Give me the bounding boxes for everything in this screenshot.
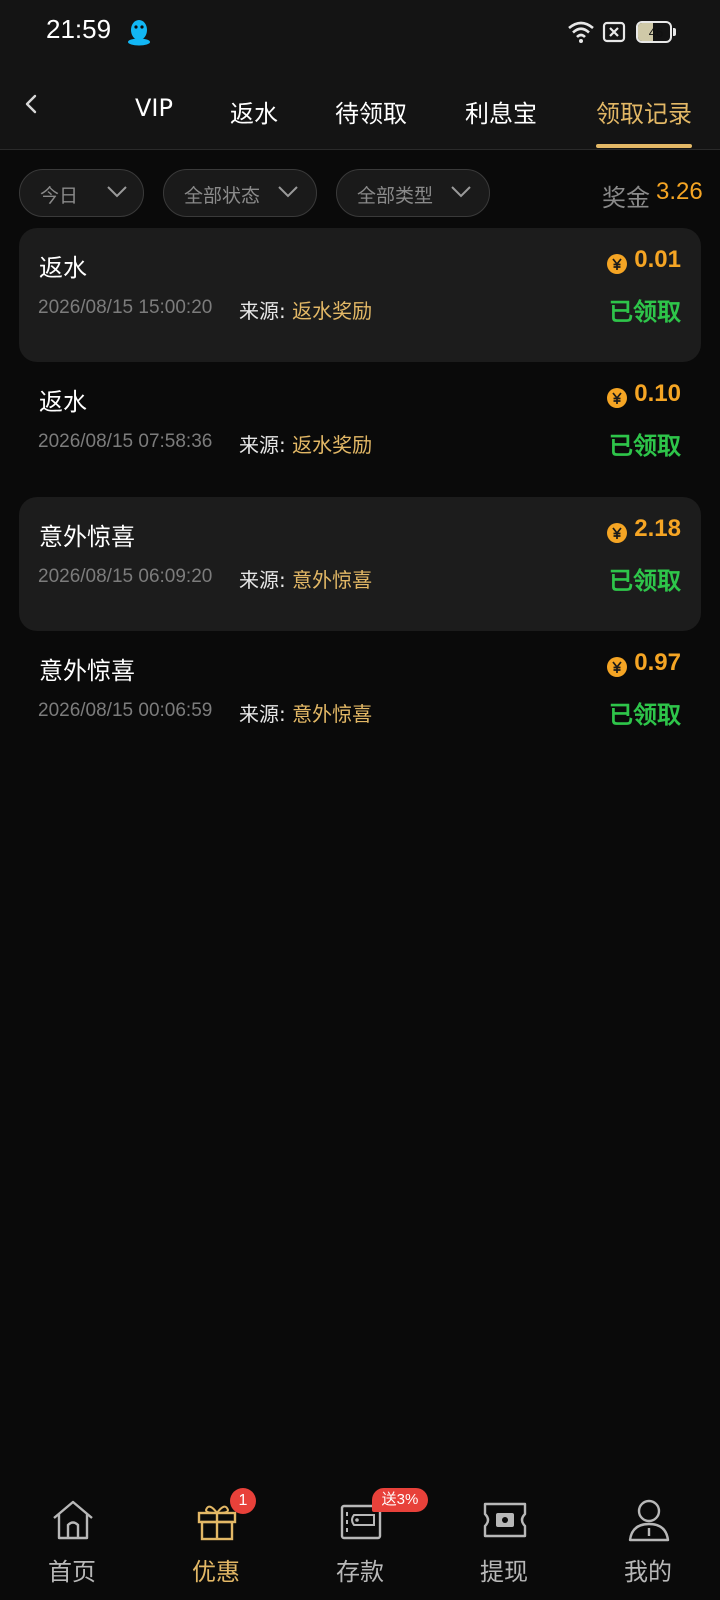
- record-title: 返水: [39, 388, 87, 416]
- record-source-value: 意外惊喜: [292, 568, 373, 592]
- nav-deposit[interactable]: 送3% 存款: [288, 1480, 432, 1600]
- record-item[interactable]: 返水 2026/08/15 07:58:36 来源: 返水奖励 0.10 已领取: [19, 362, 701, 496]
- coin-icon: [607, 254, 627, 274]
- record-time: 2026/08/15 07:58:36: [38, 431, 213, 452]
- record-title: 意外惊喜: [39, 657, 135, 685]
- nav-promotions-label: 优惠: [192, 1558, 240, 1586]
- record-source-value: 返水奖励: [292, 299, 373, 323]
- tab-vip[interactable]: VIP: [135, 94, 173, 122]
- nav-profile[interactable]: 我的: [576, 1480, 720, 1600]
- status-time: 21:59: [46, 14, 112, 44]
- chevron-down-icon: [451, 186, 471, 198]
- record-source-label: 来源:: [239, 433, 286, 457]
- no-sim-icon: [602, 21, 626, 43]
- wifi-icon: [568, 21, 594, 43]
- record-time: 2026/08/15 15:00:20: [38, 297, 213, 318]
- nav-home-label: 首页: [48, 1558, 96, 1586]
- tab-pending[interactable]: 待领取: [335, 94, 407, 129]
- record-item[interactable]: 意外惊喜 2026/08/15 00:06:59 来源: 意外惊喜 0.97 已…: [19, 631, 701, 765]
- user-icon: [628, 1499, 670, 1542]
- record-time: 2026/08/15 00:06:59: [38, 700, 213, 721]
- nav-promotions[interactable]: 1 优惠: [144, 1480, 288, 1600]
- status-bar: 21:59 46: [0, 0, 720, 68]
- chevron-down-icon: [278, 186, 298, 198]
- qq-icon: [128, 20, 150, 46]
- deposit-promo-badge: 送3%: [372, 1488, 428, 1512]
- status-filter-label: 全部状态: [184, 185, 261, 207]
- record-status: 已领取: [609, 432, 681, 460]
- type-filter-label: 全部类型: [357, 185, 434, 207]
- tab-rebate[interactable]: 返水: [230, 94, 278, 129]
- coin-icon: [607, 388, 627, 408]
- record-status: 已领取: [609, 701, 681, 729]
- battery-level: 46: [648, 25, 664, 40]
- coin-icon: [607, 523, 627, 543]
- tab-interest[interactable]: 利息宝: [465, 94, 537, 129]
- screen: 21:59 46 VIP 返水 待领取 利息宝 领取记录 今日 全部状态 全部类…: [0, 0, 720, 1600]
- battery-icon: 46: [636, 21, 676, 43]
- record-status: 已领取: [609, 567, 681, 595]
- bottom-nav: 首页 1 优惠 送3% 存款 提现 我的: [0, 1480, 720, 1600]
- record-amount: 2.18: [634, 515, 681, 542]
- record-amount: 0.97: [634, 649, 681, 676]
- nav-home[interactable]: 首页: [0, 1480, 144, 1600]
- date-filter-label: 今日: [40, 185, 79, 207]
- tab-claim-history[interactable]: 领取记录: [596, 94, 692, 129]
- header: VIP 返水 待领取 利息宝 领取记录: [0, 68, 720, 150]
- record-status: 已领取: [609, 298, 681, 326]
- status-filter[interactable]: 全部状态: [163, 169, 317, 217]
- chevron-left-icon[interactable]: [14, 86, 50, 122]
- bonus-value: 3.26: [656, 178, 703, 205]
- record-title: 意外惊喜: [39, 523, 135, 551]
- record-source: 来源: 返水奖励: [239, 429, 372, 458]
- record-source: 来源: 返水奖励: [239, 295, 372, 324]
- record-amount: 0.01: [634, 246, 681, 273]
- nav-profile-label: 我的: [624, 1558, 672, 1586]
- record-source-value: 意外惊喜: [292, 702, 373, 726]
- record-title: 返水: [39, 254, 87, 282]
- record-source-value: 返水奖励: [292, 433, 373, 457]
- cash-ticket-icon: [483, 1502, 527, 1538]
- record-source: 来源: 意外惊喜: [239, 564, 372, 593]
- nav-withdraw-label: 提现: [480, 1558, 528, 1586]
- record-source-label: 来源:: [239, 702, 286, 726]
- home-icon: [53, 1500, 93, 1540]
- active-tab-indicator: [596, 144, 692, 148]
- promotions-badge: 1: [230, 1488, 256, 1514]
- record-item[interactable]: 返水 2026/08/15 15:00:20 来源: 返水奖励 0.01 已领取: [19, 228, 701, 362]
- bonus-label: 奖金: [602, 184, 650, 212]
- record-source: 来源: 意外惊喜: [239, 698, 372, 727]
- record-source-label: 来源:: [239, 568, 286, 592]
- coin-icon: [607, 657, 627, 677]
- date-filter[interactable]: 今日: [19, 169, 144, 217]
- record-source-label: 来源:: [239, 299, 286, 323]
- type-filter[interactable]: 全部类型: [336, 169, 490, 217]
- chevron-down-icon: [107, 186, 127, 198]
- record-time: 2026/08/15 06:09:20: [38, 566, 213, 587]
- record-amount: 0.10: [634, 380, 681, 407]
- nav-deposit-label: 存款: [336, 1558, 384, 1586]
- nav-withdraw[interactable]: 提现: [432, 1480, 576, 1600]
- record-item[interactable]: 意外惊喜 2026/08/15 06:09:20 来源: 意外惊喜 2.18 已…: [19, 497, 701, 631]
